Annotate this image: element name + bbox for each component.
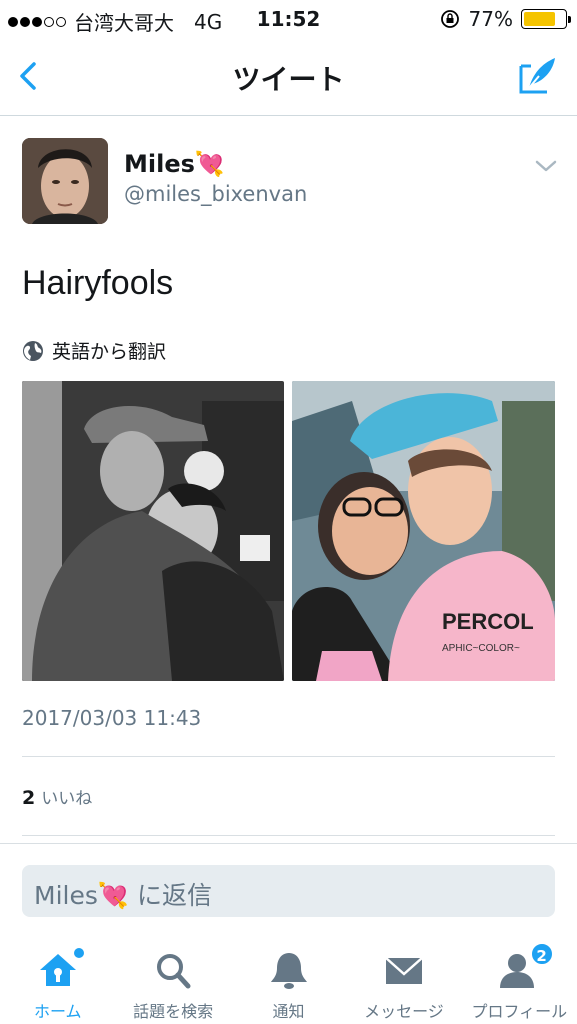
svg-text:PERCOL: PERCOL: [442, 609, 534, 634]
tweet-photo-1[interactable]: [22, 381, 284, 681]
translate-label: 英語から翻訳: [52, 341, 167, 363]
compose-tweet-icon[interactable]: [515, 54, 559, 98]
tab-profile[interactable]: 2 プロフィール: [462, 940, 577, 1024]
svg-text:APHIC~COLOR~: APHIC~COLOR~: [442, 643, 520, 654]
rotation-lock-icon: [440, 10, 459, 28]
navigation-bar: ツイート: [0, 38, 577, 116]
section-divider: [0, 843, 577, 844]
reply-input[interactable]: Miles💘 に返信: [22, 865, 555, 917]
tweet-photo-2[interactable]: PERCOL APHIC~COLOR~: [292, 381, 555, 681]
profile-badge: 2: [529, 942, 554, 966]
tab-profile-label: プロフィール: [471, 1002, 568, 1021]
status-bar: 台湾大哥大 4G 11:52 77%: [0, 0, 577, 38]
search-icon: [157, 954, 191, 989]
photo-2-image: PERCOL APHIC~COLOR~: [292, 381, 555, 681]
author-display-name[interactable]: Miles💘: [124, 150, 225, 178]
reply-heart-emoji-icon: 💘: [97, 881, 130, 910]
avatar-portrait: [22, 138, 108, 224]
home-icon: [39, 954, 76, 986]
tweet-timestamp: 2017/03/03 11:43: [22, 706, 202, 730]
chevron-down-icon[interactable]: [534, 156, 558, 176]
photo-1-image: [22, 381, 284, 681]
battery-percent: 77%: [468, 7, 513, 31]
tweet-text: Hairyfools: [22, 264, 174, 302]
home-new-dot: [74, 948, 84, 958]
tab-messages-label: メッセージ: [364, 1002, 444, 1021]
divider: [22, 756, 555, 757]
likes-count: 2: [22, 787, 36, 809]
tab-search-label: 話題を検索: [133, 1002, 214, 1021]
tab-notifications-label: 通知: [272, 1002, 305, 1021]
tab-bar: ホーム 話題を検索 通知 メッセージ 2 プロフィール: [0, 940, 577, 1024]
translate-link[interactable]: 英語から翻訳: [22, 337, 166, 364]
globe-icon: [23, 340, 43, 361]
tab-home-label: ホーム: [33, 1002, 82, 1021]
status-right: 77%: [439, 7, 571, 31]
author-name-text: Miles: [124, 150, 195, 178]
envelope-icon: [385, 957, 423, 984]
tab-search[interactable]: 話題を検索: [115, 940, 230, 1024]
likes-label: いいね: [41, 789, 93, 809]
avatar[interactable]: [22, 138, 108, 224]
reply-suffix: に返信: [129, 881, 212, 910]
battery-icon: [521, 9, 571, 29]
heart-arrow-emoji-icon: 💘: [194, 150, 225, 178]
author-handle[interactable]: @miles_bixenvan: [124, 182, 307, 206]
divider: [22, 835, 555, 836]
tab-notifications[interactable]: 通知: [231, 940, 346, 1024]
likes-summary[interactable]: 2 いいね: [22, 784, 92, 809]
reply-name: Miles: [34, 881, 98, 910]
tab-messages[interactable]: メッセージ: [346, 940, 461, 1024]
page-title: ツイート: [232, 63, 345, 96]
tab-home[interactable]: ホーム: [0, 940, 115, 1024]
bell-icon: [270, 953, 307, 989]
